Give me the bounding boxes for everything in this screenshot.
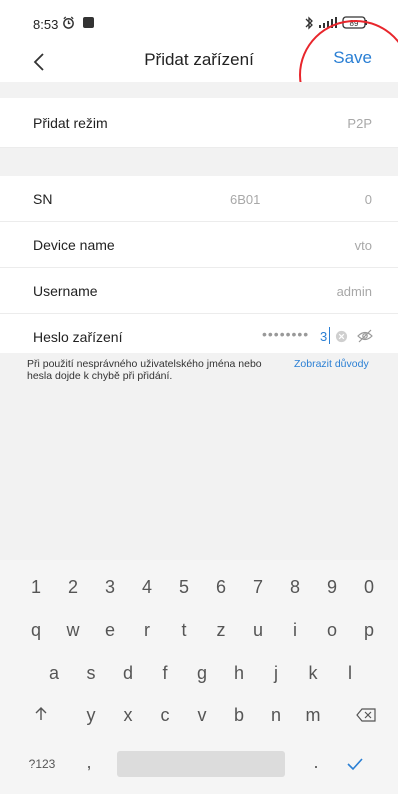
mode-row[interactable]: Přidat režim P2P (0, 98, 398, 148)
text-cursor (329, 327, 330, 344)
password-last-char: 3 (320, 329, 328, 344)
key-b[interactable]: b (228, 704, 250, 726)
key-q[interactable]: q (25, 619, 47, 641)
key-2[interactable]: 2 (62, 576, 84, 598)
title-bar: Přidat zařízení Save (0, 38, 398, 82)
sn-value-part1: 6B01 (230, 192, 261, 207)
key-l[interactable]: l (339, 662, 361, 684)
backspace-icon[interactable] (356, 708, 376, 722)
symbols-key[interactable]: ?123 (25, 753, 59, 775)
comma-key[interactable]: , (82, 751, 96, 773)
status-time: 8:53 (33, 17, 59, 32)
hint-text: Při použití nesprávného uživatelského jm… (27, 358, 262, 382)
password-label: Heslo zařízení (33, 329, 123, 345)
username-row[interactable]: Username admin (0, 268, 398, 314)
key-o[interactable]: o (321, 619, 343, 641)
key-5[interactable]: 5 (173, 576, 195, 598)
key-a[interactable]: a (43, 662, 65, 684)
bluetooth-icon (305, 16, 313, 30)
sn-row[interactable]: SN 6B01 0 (0, 176, 398, 222)
password-field[interactable]: •••••••• (262, 326, 309, 342)
key-f[interactable]: f (154, 662, 176, 684)
eye-hidden-icon[interactable] (356, 328, 374, 344)
key-k[interactable]: k (302, 662, 324, 684)
username-value[interactable]: admin (337, 284, 372, 299)
period-key[interactable]: . (309, 751, 323, 773)
key-v[interactable]: v (191, 704, 213, 726)
status-indicators: 89 (305, 16, 367, 30)
device-name-value[interactable]: vto (355, 238, 372, 253)
signal-icon (319, 17, 337, 28)
key-4[interactable]: 4 (136, 576, 158, 598)
key-j[interactable]: j (265, 662, 287, 684)
key-s[interactable]: s (80, 662, 102, 684)
mode-value: P2P (347, 116, 372, 131)
notification-icon (83, 17, 94, 28)
key-u[interactable]: u (247, 619, 269, 641)
key-h[interactable]: h (228, 662, 250, 684)
section-gap (0, 82, 398, 98)
device-name-row[interactable]: Device name vto (0, 222, 398, 268)
key-r[interactable]: r (136, 619, 158, 641)
key-0[interactable]: 0 (358, 576, 380, 598)
spacebar[interactable] (117, 751, 285, 777)
shift-icon[interactable] (33, 706, 49, 722)
sn-value-part2: 0 (364, 192, 372, 207)
key-g[interactable]: g (191, 662, 213, 684)
clear-icon[interactable] (335, 330, 348, 343)
save-button[interactable]: Save (333, 48, 372, 68)
checkmark-icon[interactable] (346, 757, 364, 771)
svg-text:89: 89 (350, 19, 359, 28)
key-n[interactable]: n (265, 704, 287, 726)
device-name-label: Device name (33, 237, 115, 253)
key-p[interactable]: p (358, 619, 380, 641)
mode-label: Přidat režim (33, 115, 108, 131)
key-i[interactable]: i (284, 619, 306, 641)
section-gap (0, 148, 398, 176)
key-m[interactable]: m (302, 704, 324, 726)
key-x[interactable]: x (117, 704, 139, 726)
key-t[interactable]: t (173, 619, 195, 641)
keyboard: 1 2 3 4 5 6 7 8 9 0 q w e r t z u i o p … (0, 560, 398, 794)
key-e[interactable]: e (99, 619, 121, 641)
key-9[interactable]: 9 (321, 576, 343, 598)
show-reasons-link[interactable]: Zobrazit důvody (294, 358, 369, 370)
key-c[interactable]: c (154, 704, 176, 726)
battery-icon: 89 (342, 16, 367, 29)
key-1[interactable]: 1 (25, 576, 47, 598)
key-w[interactable]: w (62, 619, 84, 641)
hint-area (0, 353, 398, 560)
key-7[interactable]: 7 (247, 576, 269, 598)
alarm-icon (63, 16, 74, 29)
key-8[interactable]: 8 (284, 576, 306, 598)
key-6[interactable]: 6 (210, 576, 232, 598)
key-z[interactable]: z (210, 619, 232, 641)
sn-label: SN (33, 191, 53, 207)
key-d[interactable]: d (117, 662, 139, 684)
key-y[interactable]: y (80, 704, 102, 726)
username-label: Username (33, 283, 98, 299)
key-3[interactable]: 3 (99, 576, 121, 598)
